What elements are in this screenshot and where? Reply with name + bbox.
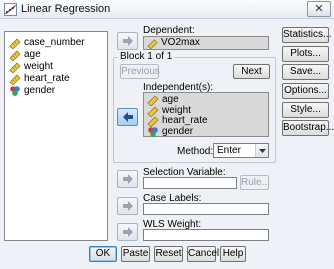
reset-button[interactable]: Reset — [154, 246, 183, 262]
list-item[interactable]: case_number — [9, 37, 105, 49]
variable-label: heart_rate — [24, 73, 70, 84]
list-item[interactable]: gender — [9, 85, 105, 97]
paste-button[interactable]: Paste — [121, 246, 150, 262]
statistics-button[interactable]: Statistics... — [282, 27, 331, 43]
variable-list[interactable]: case_number age weight heart_rate gender — [4, 31, 108, 241]
previous-button[interactable]: Previous — [120, 64, 160, 79]
plots-button[interactable]: Plots... — [282, 46, 329, 62]
dependent-value: VO2max — [161, 37, 200, 48]
regression-app-icon — [4, 3, 17, 16]
method-select[interactable]: Enter — [213, 143, 269, 158]
options-button[interactable]: Options... — [282, 83, 329, 99]
save-button[interactable]: Save... — [282, 64, 329, 80]
move-to-wls-weight-button[interactable] — [117, 223, 138, 241]
next-button[interactable]: Next — [233, 64, 270, 79]
close-icon: ✕ — [314, 3, 324, 15]
list-item[interactable]: age — [9, 49, 105, 61]
next-label: Next — [241, 66, 262, 77]
scale-ruler-icon — [9, 38, 21, 49]
window-title: Linear Regression — [21, 3, 111, 15]
dependent-label: Dependent: — [143, 25, 195, 36]
help-button[interactable]: Help — [220, 246, 246, 262]
nominal-circles-icon — [148, 127, 158, 137]
block-title: Block 1 of 1 — [118, 51, 175, 62]
list-item[interactable]: weight — [9, 61, 105, 73]
chevron-down-icon — [255, 144, 268, 157]
arrow-right-icon — [123, 201, 133, 211]
independent-item-label: gender — [162, 126, 194, 137]
scale-ruler-icon — [9, 74, 21, 85]
arrow-right-icon — [123, 174, 133, 184]
independent-list[interactable]: age weight heart_rate gender — [143, 92, 269, 137]
arrow-right-icon — [123, 227, 133, 237]
method-label: Method: — [177, 146, 214, 157]
move-to-selection-button[interactable] — [117, 170, 138, 188]
list-item[interactable]: heart_rate — [9, 73, 105, 85]
nominal-circles-icon — [10, 86, 20, 96]
title-bar: Linear Regression ✕ — [0, 0, 334, 19]
arrow-left-icon — [123, 112, 133, 122]
move-to-case-labels-button[interactable] — [117, 197, 138, 215]
arrow-right-icon — [123, 36, 133, 46]
dependent-field[interactable]: VO2max — [143, 36, 269, 50]
variable-label: gender — [24, 85, 56, 96]
method-value: Enter — [217, 145, 241, 156]
wls-weight-field[interactable] — [143, 229, 269, 241]
rule-button[interactable]: Rule... — [240, 175, 270, 190]
move-to-dependent-button[interactable] — [117, 32, 138, 50]
selection-variable-field[interactable] — [143, 177, 237, 189]
scale-ruler-icon — [9, 62, 21, 73]
close-button[interactable]: ✕ — [307, 1, 331, 17]
scale-ruler-icon — [147, 39, 158, 49]
variable-label: age — [24, 49, 41, 60]
cancel-button[interactable]: Cancel — [187, 246, 219, 262]
bootstrap-button[interactable]: Bootstrap... — [282, 120, 334, 136]
ok-button[interactable]: OK — [89, 246, 117, 262]
variable-label: case_number — [24, 37, 85, 48]
style-button[interactable]: Style... — [282, 102, 329, 118]
variable-label: weight — [24, 61, 53, 72]
case-labels-field[interactable] — [143, 203, 269, 215]
list-item[interactable]: gender — [147, 126, 265, 138]
scale-ruler-icon — [9, 50, 21, 61]
move-to-independent-button[interactable] — [117, 108, 138, 126]
